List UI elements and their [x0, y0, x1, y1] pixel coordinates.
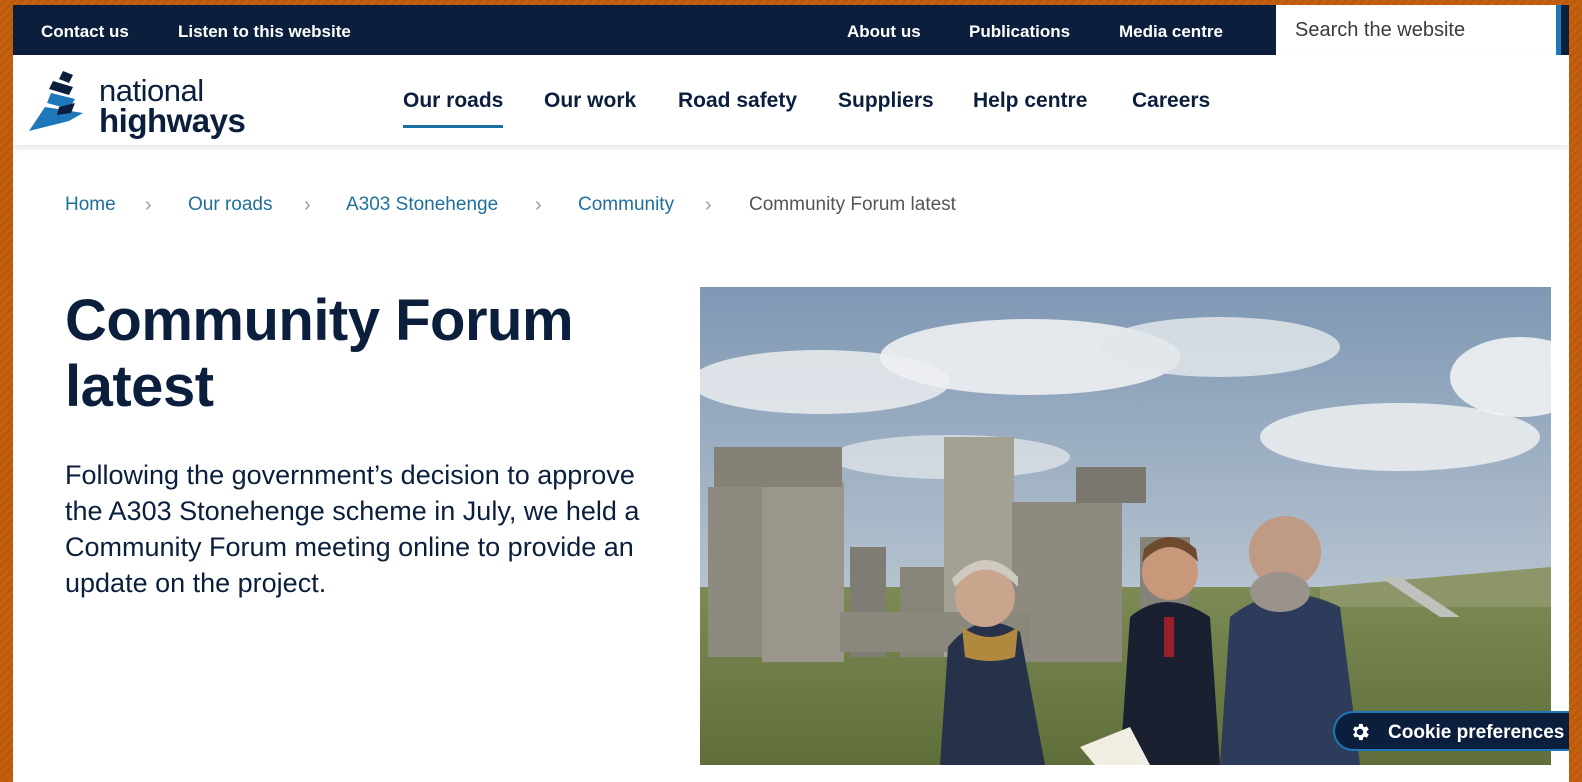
breadcrumb-community[interactable]: Community: [578, 194, 674, 216]
breadcrumb-separator-icon: ›: [535, 194, 542, 216]
breadcrumb-a303-stonehenge[interactable]: A303 Stonehenge: [346, 194, 498, 216]
media-centre-link[interactable]: Media centre: [1119, 5, 1223, 55]
gear-icon: [1353, 723, 1369, 741]
utility-bar: Contact us Listen to this website About …: [13, 5, 1569, 55]
search-box: [1276, 5, 1556, 55]
nav-help-centre[interactable]: Help centre: [973, 89, 1087, 113]
search-button[interactable]: [1556, 5, 1569, 55]
hero-image: [700, 287, 1551, 765]
cookie-preferences-button[interactable]: Cookie preferences: [1333, 711, 1569, 751]
breadcrumb-home[interactable]: Home: [65, 194, 116, 216]
nav-careers[interactable]: Careers: [1132, 89, 1210, 113]
page-title: Community Forum latest: [65, 288, 574, 419]
nav-suppliers[interactable]: Suppliers: [838, 89, 934, 113]
nav-road-safety[interactable]: Road safety: [678, 89, 797, 113]
page: Contact us Listen to this website About …: [13, 5, 1569, 782]
nav-our-roads[interactable]: Our roads: [403, 89, 504, 128]
breadcrumb-separator-icon: ›: [705, 194, 712, 216]
cookie-preferences-label: Cookie preferences: [1388, 722, 1565, 743]
search-input[interactable]: [1295, 5, 1555, 55]
breadcrumb-current: Community Forum latest: [749, 194, 956, 215]
national-highways-logo[interactable]: national highways: [29, 67, 259, 139]
breadcrumb-our-roads[interactable]: Our roads: [188, 194, 272, 216]
logo-mark-icon: [29, 71, 83, 131]
breadcrumb-separator-icon: ›: [145, 194, 152, 216]
listen-link[interactable]: Listen to this website: [178, 5, 351, 55]
nav-our-work[interactable]: Our work: [544, 89, 636, 113]
contact-us-link[interactable]: Contact us: [41, 5, 129, 55]
main-header: national highways Our roads Our work Roa…: [13, 55, 1569, 145]
publications-link[interactable]: Publications: [969, 5, 1070, 55]
about-us-link[interactable]: About us: [847, 5, 921, 55]
breadcrumb-separator-icon: ›: [304, 194, 311, 216]
stonehenge-photo-icon: [700, 287, 1551, 765]
lead-paragraph: Following the government’s decision to a…: [65, 460, 640, 598]
logo-text-highways: highways: [99, 102, 246, 139]
